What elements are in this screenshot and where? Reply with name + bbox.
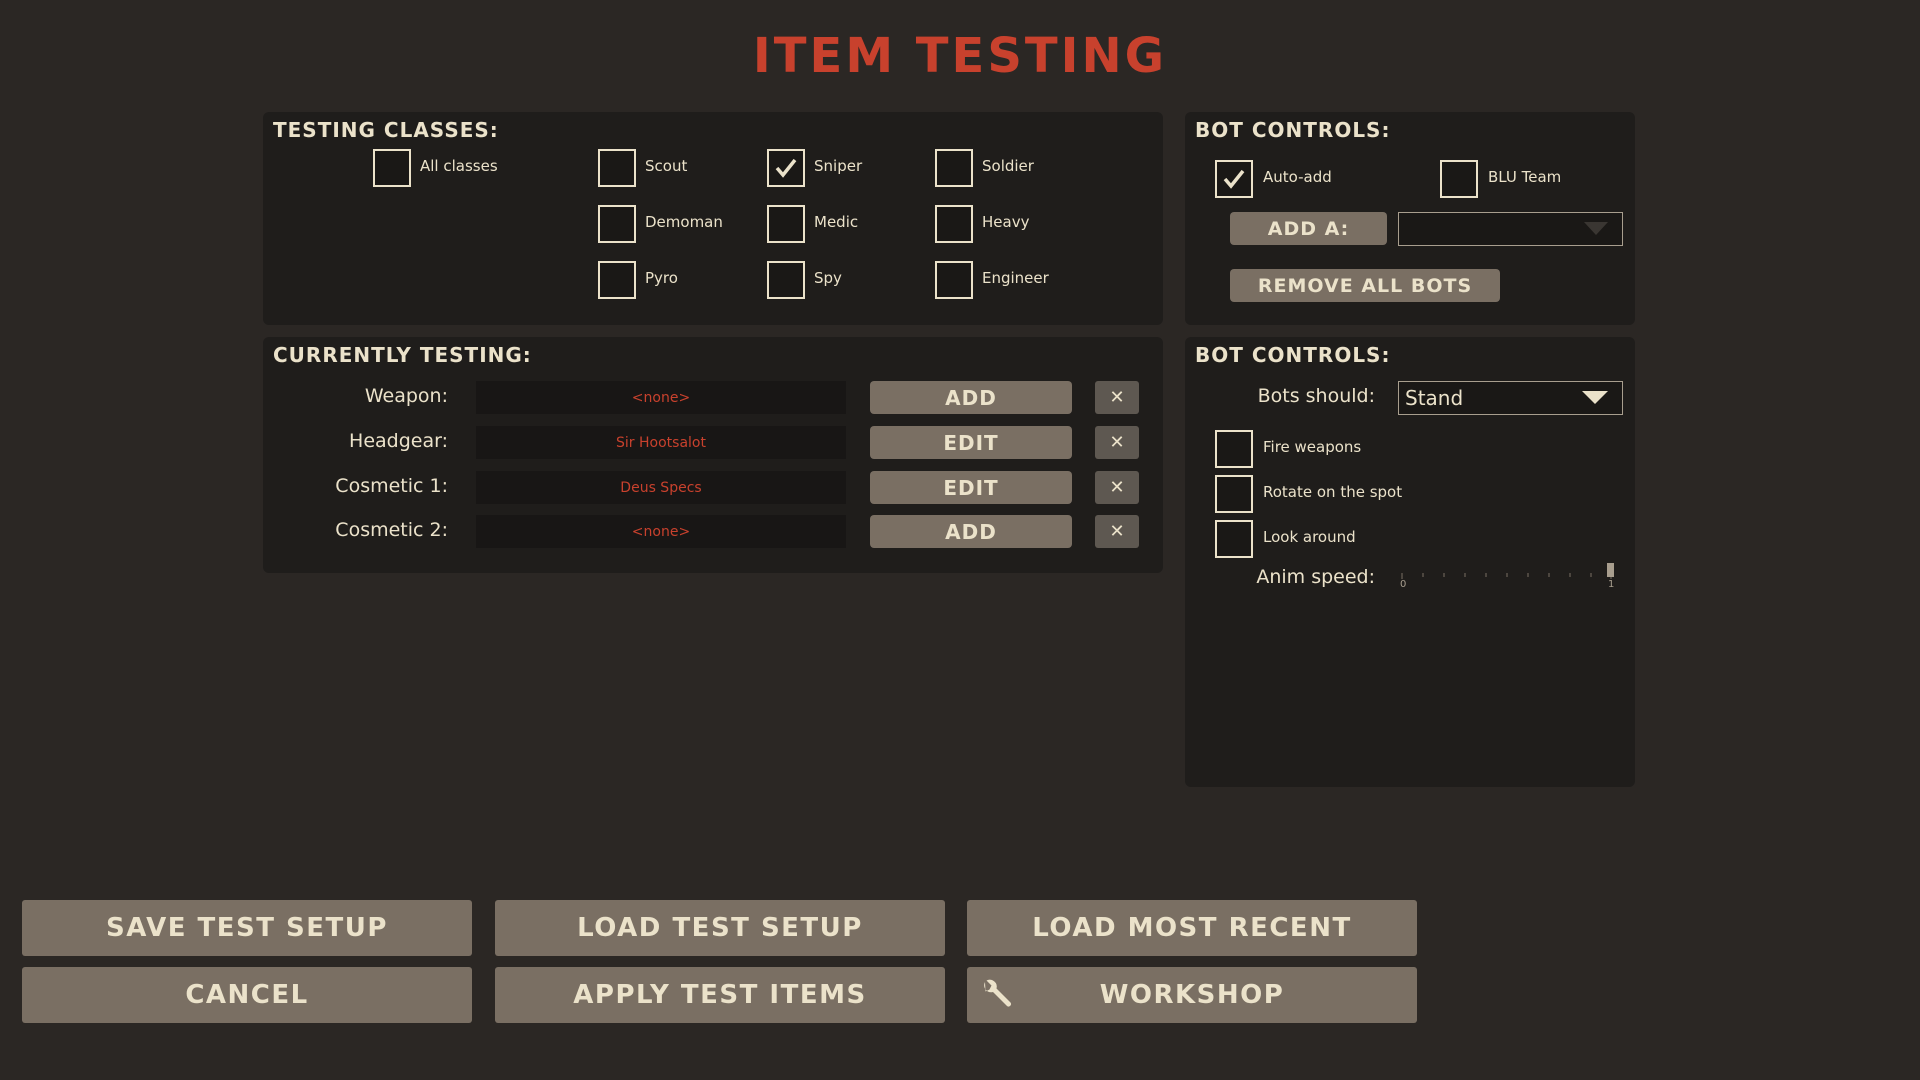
- label-spy: Spy: [814, 269, 842, 287]
- add-a-button[interactable]: ADD A:: [1230, 212, 1387, 245]
- chevron-down-icon: [1584, 222, 1608, 235]
- bot-controls-panel-bottom: BOT CONTROLS: Bots should: Stand Fire we…: [1185, 337, 1635, 787]
- page-title: ITEM TESTING: [752, 28, 1168, 84]
- close-icon: ✕: [1109, 521, 1125, 542]
- label-rotate-on-spot: Rotate on the spot: [1263, 483, 1403, 501]
- cosmetic-1-edit-button[interactable]: EDIT: [870, 471, 1072, 504]
- bot-controls-heading-bottom: BOT CONTROLS:: [1195, 343, 1391, 367]
- checkbox-demoman[interactable]: [598, 205, 636, 243]
- cancel-button[interactable]: CANCEL: [22, 967, 472, 1023]
- anim-speed-thumb[interactable]: [1607, 563, 1614, 577]
- cosmetic-2-add-button[interactable]: ADD: [870, 515, 1072, 548]
- remove-all-bots-button[interactable]: REMOVE ALL BOTS: [1230, 269, 1500, 302]
- checkbox-rotate-on-spot[interactable]: [1215, 475, 1253, 513]
- bot-controls-heading-top: BOT CONTROLS:: [1195, 118, 1391, 142]
- checkbox-medic[interactable]: [767, 205, 805, 243]
- weapon-value: <none>: [476, 381, 846, 414]
- checkmark-icon: [1223, 169, 1245, 189]
- checkbox-auto-add[interactable]: [1215, 160, 1253, 198]
- anim-speed-slider[interactable]: 0 1: [1400, 563, 1615, 593]
- label-demoman: Demoman: [645, 213, 723, 231]
- checkbox-fire-weapons[interactable]: [1215, 430, 1253, 468]
- checkbox-scout[interactable]: [598, 149, 636, 187]
- workshop-label: WORKSHOP: [1099, 980, 1285, 1010]
- label-heavy: Heavy: [982, 213, 1030, 231]
- headgear-value: Sir Hootsalot: [476, 426, 846, 459]
- label-auto-add: Auto-add: [1263, 168, 1332, 186]
- currently-testing-panel: CURRENTLY TESTING: Weapon: <none> ADD ✕ …: [263, 337, 1163, 573]
- bots-should-dropdown[interactable]: Stand: [1398, 381, 1623, 415]
- cosmetic-1-remove-button[interactable]: ✕: [1095, 471, 1139, 504]
- row-label-cosmetic-2: Cosmetic 2:: [335, 519, 448, 541]
- checkbox-look-around[interactable]: [1215, 520, 1253, 558]
- apply-test-items-button[interactable]: APPLY TEST ITEMS: [495, 967, 945, 1023]
- chevron-down-icon: [1582, 391, 1608, 404]
- label-engineer: Engineer: [982, 269, 1049, 287]
- label-all-classes: All classes: [420, 157, 498, 175]
- checkbox-engineer[interactable]: [935, 261, 973, 299]
- row-label-headgear: Headgear:: [349, 430, 448, 452]
- checkbox-blu-team[interactable]: [1440, 160, 1478, 198]
- save-test-setup-button[interactable]: SAVE TEST SETUP: [22, 900, 472, 956]
- checkbox-pyro[interactable]: [598, 261, 636, 299]
- weapon-add-button[interactable]: ADD: [870, 381, 1072, 414]
- close-icon: ✕: [1109, 477, 1125, 498]
- cosmetic-1-value: Deus Specs: [476, 471, 846, 504]
- label-look-around: Look around: [1263, 528, 1356, 546]
- wrench-icon: [984, 979, 1011, 1007]
- testing-classes-panel: TESTING CLASSES: All classes Scout Snipe…: [263, 112, 1163, 325]
- currently-testing-heading: CURRENTLY TESTING:: [273, 343, 532, 367]
- weapon-remove-button[interactable]: ✕: [1095, 381, 1139, 414]
- close-icon: ✕: [1109, 432, 1125, 453]
- row-label-cosmetic-1: Cosmetic 1:: [335, 475, 448, 497]
- headgear-edit-button[interactable]: EDIT: [870, 426, 1072, 459]
- bots-should-value: Stand: [1405, 386, 1464, 410]
- workshop-button[interactable]: WORKSHOP: [967, 967, 1417, 1023]
- cosmetic-2-value: <none>: [476, 515, 846, 548]
- slider-ticks: [1401, 573, 1612, 579]
- checkbox-heavy[interactable]: [935, 205, 973, 243]
- close-icon: ✕: [1109, 387, 1125, 408]
- checkbox-spy[interactable]: [767, 261, 805, 299]
- cosmetic-2-remove-button[interactable]: ✕: [1095, 515, 1139, 548]
- anim-speed-label: Anim speed:: [1256, 566, 1375, 588]
- label-medic: Medic: [814, 213, 859, 231]
- checkbox-soldier[interactable]: [935, 149, 973, 187]
- label-blu-team: BLU Team: [1488, 168, 1562, 186]
- checkbox-all-classes[interactable]: [373, 149, 411, 187]
- label-soldier: Soldier: [982, 157, 1034, 175]
- anim-speed-min-label: 0: [1400, 579, 1407, 590]
- row-label-weapon: Weapon:: [364, 385, 448, 407]
- bots-should-label: Bots should:: [1257, 385, 1375, 407]
- testing-classes-heading: TESTING CLASSES:: [273, 118, 499, 142]
- add-a-dropdown[interactable]: [1398, 212, 1623, 246]
- headgear-remove-button[interactable]: ✕: [1095, 426, 1139, 459]
- label-fire-weapons: Fire weapons: [1263, 438, 1362, 456]
- checkmark-icon: [775, 158, 797, 178]
- bot-controls-panel-top: BOT CONTROLS: Auto-add BLU Team ADD A: R…: [1185, 112, 1635, 325]
- label-scout: Scout: [645, 157, 688, 175]
- load-most-recent-button[interactable]: LOAD MOST RECENT: [967, 900, 1417, 956]
- load-test-setup-button[interactable]: LOAD TEST SETUP: [495, 900, 945, 956]
- label-sniper: Sniper: [814, 157, 863, 175]
- label-pyro: Pyro: [645, 269, 678, 287]
- checkbox-sniper[interactable]: [767, 149, 805, 187]
- anim-speed-max-label: 1: [1608, 579, 1615, 590]
